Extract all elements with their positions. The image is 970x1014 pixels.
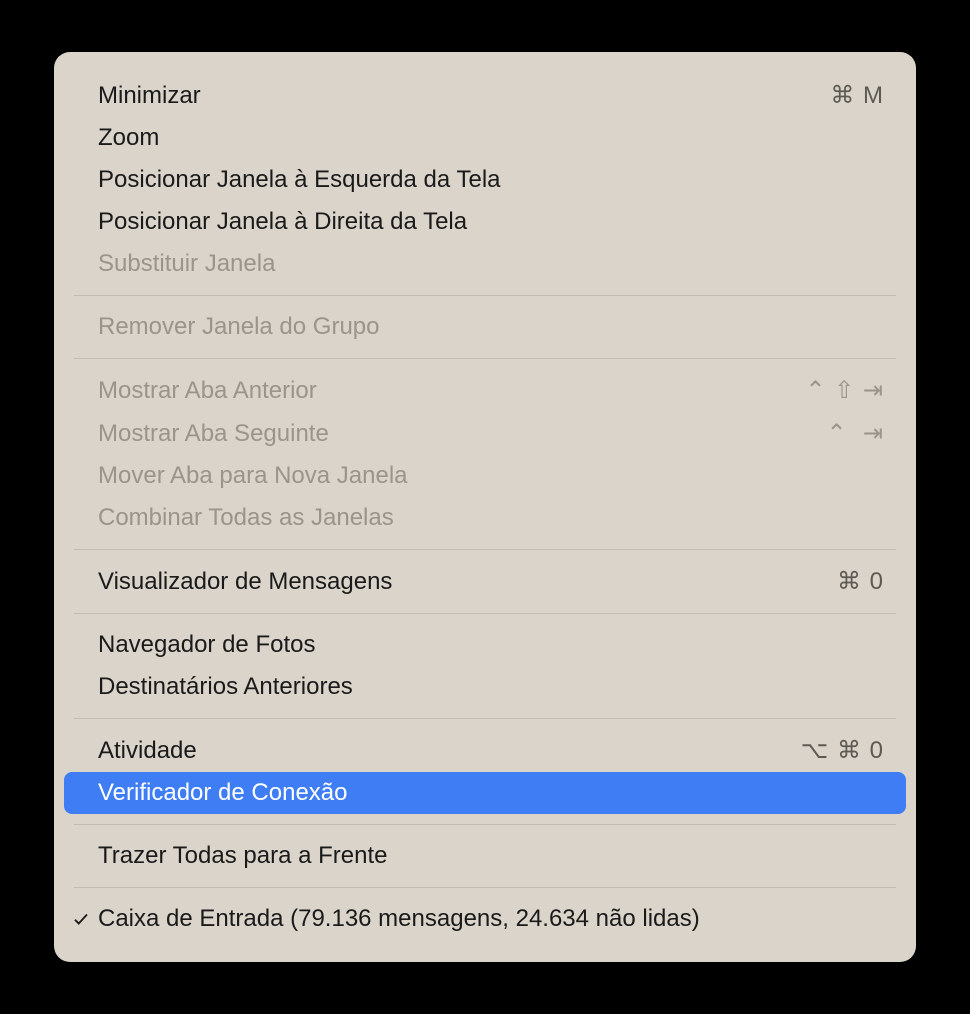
menu-item-connection-doctor[interactable]: Verificador de Conexão [64, 772, 906, 814]
menu-divider [74, 824, 896, 825]
menu-item-label: Minimizar [98, 82, 830, 110]
menu-divider [74, 613, 896, 614]
menu-item-move-right[interactable]: Posicionar Janela à Direita da Tela [54, 201, 916, 243]
menu-item-merge-windows: Combinar Todas as Janelas [54, 497, 916, 539]
menu-item-shortcut: ⌃ ⇥ [826, 419, 884, 448]
menu-item-label: Mostrar Aba Seguinte [98, 420, 826, 448]
menu-item-label: Destinatários Anteriores [98, 673, 884, 701]
menu-item-label: Combinar Todas as Janelas [98, 504, 884, 532]
menu-item-label: Mostrar Aba Anterior [98, 377, 805, 405]
menu-item-label: Posicionar Janela à Direita da Tela [98, 208, 884, 236]
menu-item-label: Atividade [98, 737, 801, 765]
menu-item-shortcut: ⌘ 0 [837, 567, 884, 596]
menu-item-bring-all-front[interactable]: Trazer Todas para a Frente [54, 835, 916, 877]
menu-item-minimize[interactable]: Minimizar ⌘ M [54, 74, 916, 117]
menu-item-label: Substituir Janela [98, 250, 884, 278]
menu-item-label: Caixa de Entrada (79.136 mensagens, 24.6… [98, 905, 884, 933]
menu-item-label: Verificador de Conexão [98, 779, 884, 807]
menu-item-zoom[interactable]: Zoom [54, 117, 916, 159]
menu-item-shortcut: ⌥ ⌘ 0 [801, 736, 884, 765]
menu-item-label: Mover Aba para Nova Janela [98, 462, 884, 490]
menu-item-shortcut: ⌃ ⇧ ⇥ [805, 376, 884, 405]
menu-divider [74, 358, 896, 359]
menu-item-move-tab-new-window: Mover Aba para Nova Janela [54, 455, 916, 497]
menu-item-move-left[interactable]: Posicionar Janela à Esquerda da Tela [54, 159, 916, 201]
menu-item-prev-tab: Mostrar Aba Anterior ⌃ ⇧ ⇥ [54, 369, 916, 412]
menu-item-photo-browser[interactable]: Navegador de Fotos [54, 624, 916, 666]
menu-item-inbox-window[interactable]: Caixa de Entrada (79.136 mensagens, 24.6… [54, 898, 916, 940]
menu-item-activity[interactable]: Atividade ⌥ ⌘ 0 [54, 729, 916, 772]
menu-item-label: Zoom [98, 124, 884, 152]
menu-divider [74, 295, 896, 296]
check-icon [72, 910, 98, 928]
menu-item-label: Trazer Todas para a Frente [98, 842, 884, 870]
menu-item-shortcut: ⌘ M [830, 81, 884, 110]
menu-item-replace-window: Substituir Janela [54, 243, 916, 285]
menu-item-message-viewer[interactable]: Visualizador de Mensagens ⌘ 0 [54, 560, 916, 603]
menu-item-label: Visualizador de Mensagens [98, 568, 837, 596]
menu-divider [74, 718, 896, 719]
menu-divider [74, 549, 896, 550]
menu-item-remove-from-group: Remover Janela do Grupo [54, 306, 916, 348]
menu-item-label: Navegador de Fotos [98, 631, 884, 659]
menu-item-next-tab: Mostrar Aba Seguinte ⌃ ⇥ [54, 412, 916, 455]
window-menu-panel: Minimizar ⌘ M Zoom Posicionar Janela à E… [54, 52, 916, 962]
menu-divider [74, 887, 896, 888]
menu-item-previous-recipients[interactable]: Destinatários Anteriores [54, 666, 916, 708]
menu-item-label: Remover Janela do Grupo [98, 313, 884, 341]
menu-item-label: Posicionar Janela à Esquerda da Tela [98, 166, 884, 194]
